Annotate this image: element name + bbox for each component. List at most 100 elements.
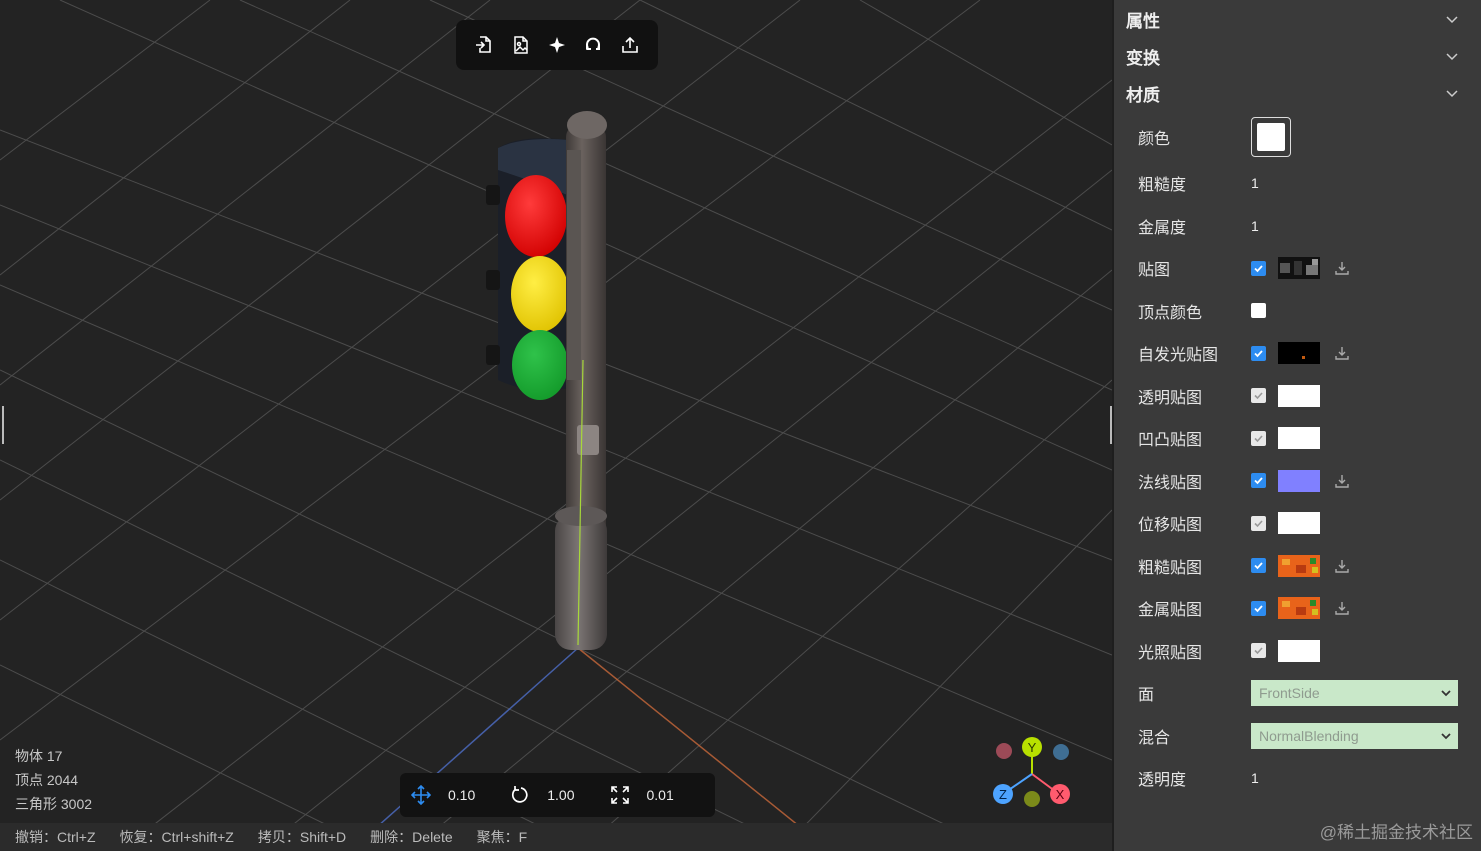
alpha-map-checkbox[interactable] [1251,388,1266,404]
roughness-map-thumbnail[interactable] [1278,554,1320,577]
move-icon [410,784,432,806]
shortcut-redo: 恢复：Ctrl+shift+Z [119,829,234,845]
import-button[interactable] [471,32,497,58]
rotate-icon [509,784,531,806]
normal-map-thumbnail[interactable] [1278,469,1320,492]
side-select[interactable]: FrontSide [1251,680,1458,707]
image-button[interactable] [508,32,534,58]
opacity-input[interactable]: 1 [1251,770,1259,786]
roughness-map-checkbox[interactable] [1251,558,1266,574]
bump-map-row: 凹凸贴图 [1114,417,1481,460]
download-icon[interactable] [1334,558,1350,574]
section-material-header[interactable]: 材质 [1114,75,1481,112]
vertex-colors-checkbox[interactable] [1251,303,1266,319]
displacement-map-checkbox[interactable] [1251,515,1266,531]
light-icon [548,37,565,53]
rotate-reset-button[interactable] [580,32,606,58]
neg-x-handle[interactable] [996,743,1012,759]
alpha-map-thumbnail[interactable] [1278,384,1320,407]
normal-map-checkbox[interactable] [1251,473,1266,489]
section-properties-header[interactable]: 属性 [1114,1,1481,38]
light-map-label: 光照贴图 [1138,644,1203,662]
displacement-map-row: 位移贴图 [1114,502,1481,545]
download-icon[interactable] [1334,473,1350,489]
panel-resize-handle[interactable] [1110,406,1112,444]
translate-step-value[interactable]: 0.10 [448,787,475,803]
blending-select-value: NormalBlending [1259,727,1359,744]
export-button[interactable] [617,32,643,58]
triangle-count: 三角形 3002 [15,796,93,812]
shortcut-focus: 聚焦：F [476,829,528,845]
download-icon[interactable] [1334,260,1350,276]
viewport-toolbar [456,20,658,70]
light-button[interactable] [544,32,570,58]
roughness-label: 粗糙度 [1138,177,1187,195]
map-checkbox[interactable] [1251,260,1266,276]
section-transform-header[interactable]: 变换 [1114,38,1481,75]
download-icon[interactable] [1334,600,1350,616]
chevron-down-icon [1441,690,1451,697]
scale-step-value[interactable]: 0.01 [647,787,674,803]
view-gizmo[interactable]: Y X Z [990,734,1074,814]
transform-bar: 0.10 1.00 0.01 [400,773,715,817]
bump-map-checkbox[interactable] [1251,430,1266,446]
rotate-step-control[interactable]: 1.00 [509,784,575,806]
viewport[interactable]: 物体 17 顶点 2044 三角形 3002 0.10 1.00 0.01 Y … [0,0,1112,851]
translate-step-control[interactable]: 0.10 [410,784,475,806]
color-row: 颜色 [1114,112,1481,162]
map-row: 贴图 [1114,247,1481,290]
left-resize-handle[interactable] [2,406,4,444]
metalness-row: 金属度 1 [1114,205,1481,248]
rotate-step-value[interactable]: 1.00 [547,787,574,803]
color-picker[interactable] [1251,117,1291,157]
alpha-map-label: 透明贴图 [1138,389,1203,407]
y-axis-label: Y [1028,740,1037,755]
vertex-colors-label: 顶点颜色 [1138,304,1203,322]
chevron-down-icon [1446,89,1458,97]
displacement-map-thumbnail[interactable] [1278,512,1320,535]
neg-y-handle[interactable] [1024,791,1040,807]
side-select-value: FrontSide [1259,685,1320,702]
normal-map-label: 法线贴图 [1138,474,1203,492]
blending-select[interactable]: NormalBlending [1251,722,1458,749]
shortcut-delete: 删除：Delete [370,829,453,845]
roughness-input[interactable]: 1 [1251,175,1259,191]
bump-map-thumbnail[interactable] [1278,427,1320,450]
metalness-map-thumbnail[interactable] [1278,597,1320,620]
neg-z-handle[interactable] [1053,744,1069,760]
side-label: 面 [1138,687,1155,705]
properties-panel: 属性 变换 材质 颜色 粗糙度 1 金属度 1 贴图 顶点颜色 自发光贴图 透明 [1114,0,1481,851]
metalness-map-label: 金属贴图 [1138,602,1203,620]
chevron-down-icon [1446,15,1458,23]
metalness-input[interactable]: 1 [1251,218,1259,234]
export-icon [621,36,638,53]
section-properties-title: 属性 [1126,12,1160,31]
scene-canvas[interactable] [0,0,1112,851]
x-axis-label: X [1056,787,1065,802]
download-icon[interactable] [1334,345,1350,361]
light-map-thumbnail[interactable] [1278,639,1320,662]
rotate-reset-icon [586,37,601,50]
image-icon [513,36,528,54]
metalness-map-checkbox[interactable] [1251,600,1266,616]
bump-map-label: 凹凸贴图 [1138,432,1203,450]
z-axis-label: Z [999,787,1007,802]
emissive-map-checkbox[interactable] [1251,345,1266,361]
import-icon [476,36,491,53]
light-map-checkbox[interactable] [1251,643,1266,659]
chevron-down-icon [1441,733,1451,740]
shortcut-copy: 拷贝：Shift+D [257,829,347,845]
alpha-map-row: 透明贴图 [1114,375,1481,418]
vertex-colors-row: 顶点颜色 [1114,290,1481,333]
metalness-map-row: 金属贴图 [1114,587,1481,630]
shortcut-undo: 撤销：Ctrl+Z [15,829,96,845]
roughness-map-label: 粗糙贴图 [1138,559,1203,577]
roughness-row: 粗糙度 1 [1114,162,1481,205]
blending-label: 混合 [1138,729,1171,747]
displacement-map-label: 位移贴图 [1138,517,1203,535]
object-count: 物体 17 [15,748,63,764]
map-thumbnail[interactable] [1278,257,1320,280]
emissive-map-thumbnail[interactable] [1278,342,1320,365]
scale-step-control[interactable]: 0.01 [609,784,674,806]
shortcut-bar: 撤销：Ctrl+Z 恢复：Ctrl+shift+Z 拷贝：Shift+D 删除：… [0,823,1112,851]
